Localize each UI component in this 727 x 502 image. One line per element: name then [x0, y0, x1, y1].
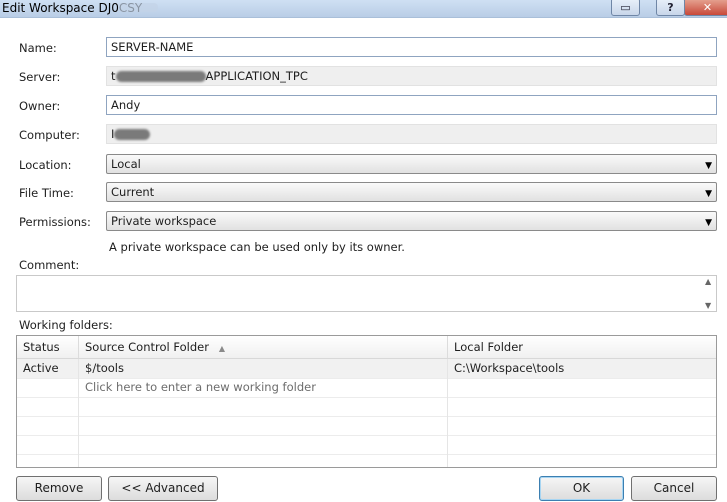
redacted-blur [115, 71, 206, 82]
empty-cell [17, 397, 79, 416]
ok-button[interactable]: OK [539, 476, 624, 501]
redacted-blur [114, 129, 151, 140]
new-folder-placeholder[interactable]: Click here to enter a new working folder [79, 378, 448, 397]
owner-label: Owner: [19, 99, 61, 113]
column-header-label: Source Control Folder [85, 340, 209, 354]
location-value: Local [111, 157, 141, 171]
name-label: Name: [19, 41, 57, 55]
title-bar: Edit Workspace DJ0CSY ▭ ? ✕ [0, 0, 727, 18]
column-header-label: Status [23, 340, 60, 354]
filetime-label: File Time: [19, 186, 74, 200]
scroll-down-icon[interactable]: ▼ [705, 301, 711, 310]
empty-cell [79, 454, 448, 467]
permissions-select[interactable]: Private workspace ▼ [106, 211, 717, 231]
empty-cell [448, 416, 716, 435]
server-label: Server: [19, 70, 61, 84]
location-label: Location: [19, 158, 72, 172]
status-cell [17, 378, 79, 397]
scroll-up-icon[interactable]: ▲ [705, 277, 711, 286]
working-folders-table[interactable]: Status Source Control Folder ▲ Local Fold… [16, 335, 717, 468]
empty-row [17, 397, 716, 417]
name-input[interactable]: SERVER-NAME [106, 37, 717, 57]
comment-scrollbar[interactable]: ▲ ▼ [703, 277, 715, 310]
empty-row [17, 454, 716, 467]
empty-row [17, 416, 716, 436]
filetime-select[interactable]: Current ▼ [106, 182, 717, 202]
table-header: Status Source Control Folder ▲ Local Fold… [17, 336, 716, 359]
owner-value: Andy [111, 98, 141, 112]
title-blur [118, 3, 158, 12]
empty-cell [448, 397, 716, 416]
column-header-source[interactable]: Source Control Folder ▲ [79, 336, 448, 358]
filetime-value: Current [111, 185, 155, 199]
working-folders-label: Working folders: [19, 318, 113, 332]
empty-cell [79, 397, 448, 416]
dropdown-arrow-icon: ▼ [705, 218, 712, 228]
computer-label: Computer: [19, 128, 80, 142]
comment-textarea[interactable]: ▲ ▼ [16, 275, 717, 312]
server-prefix: t [111, 69, 116, 83]
empty-cell [17, 416, 79, 435]
permissions-value: Private workspace [111, 214, 217, 228]
column-header-label: Local Folder [454, 340, 523, 354]
restore-button[interactable]: ▭ [611, 0, 640, 16]
dialog-body: Name: SERVER-NAME Server: t APPLICATION_T… [0, 18, 727, 502]
empty-cell [17, 454, 79, 467]
name-value: SERVER-NAME [111, 40, 194, 54]
permissions-label: Permissions: [19, 215, 91, 229]
computer-field: I [106, 124, 717, 144]
local-folder-cell [448, 378, 716, 397]
local-folder-cell: C:\Workspace\tools [448, 359, 716, 378]
location-select[interactable]: Local ▼ [106, 154, 717, 174]
comment-label: Comment: [19, 258, 80, 272]
empty-cell [79, 435, 448, 454]
status-cell: Active [17, 359, 79, 378]
empty-cell [79, 416, 448, 435]
empty-row [17, 435, 716, 455]
sort-ascending-icon: ▲ [218, 344, 226, 353]
server-field: t APPLICATION_TPC [106, 66, 717, 86]
permissions-hint: A private workspace can be used only by … [109, 240, 405, 254]
advanced-button[interactable]: << Advanced [108, 476, 218, 501]
new-row[interactable]: Click here to enter a new working folder [17, 378, 716, 398]
empty-cell [448, 454, 716, 467]
dropdown-arrow-icon: ▼ [705, 189, 712, 199]
help-button[interactable]: ? [656, 0, 685, 16]
server-value: APPLICATION_TPC [205, 69, 308, 83]
column-header-local[interactable]: Local Folder [448, 336, 716, 358]
dropdown-arrow-icon: ▼ [705, 161, 712, 171]
empty-cell [17, 435, 79, 454]
table-row[interactable]: Active $/tools C:\Workspace\tools [17, 359, 716, 379]
cancel-button[interactable]: Cancel [631, 476, 717, 501]
empty-cell [448, 435, 716, 454]
source-folder-cell: $/tools [79, 359, 448, 378]
remove-button[interactable]: Remove [16, 476, 102, 501]
column-header-status[interactable]: Status [17, 336, 79, 358]
close-button[interactable]: ✕ [684, 0, 727, 16]
owner-input[interactable]: Andy [106, 95, 717, 115]
